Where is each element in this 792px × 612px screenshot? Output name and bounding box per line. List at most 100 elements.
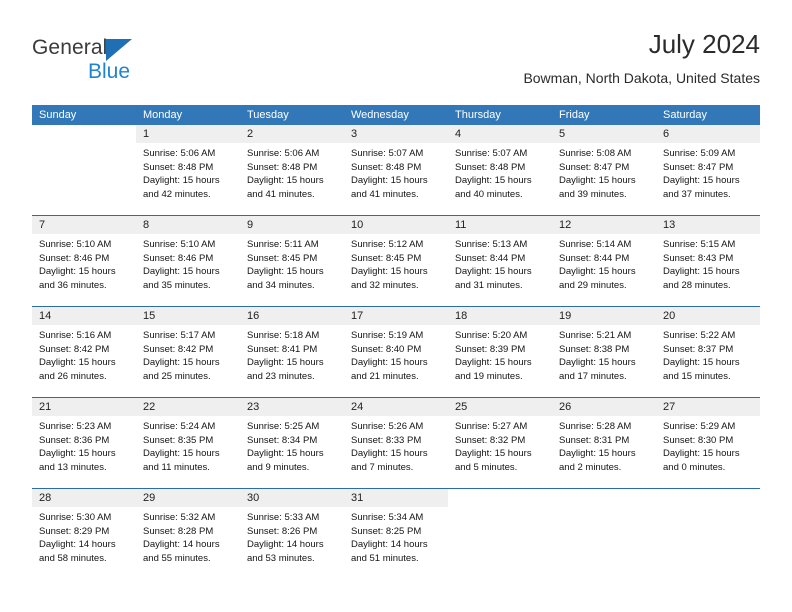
- day-cell[interactable]: Sunrise: 5:09 AM Sunset: 8:47 PM Dayligh…: [656, 143, 760, 215]
- day-number[interactable]: 21: [32, 398, 136, 416]
- day-number[interactable]: 8: [136, 216, 240, 234]
- day-cell[interactable]: Sunrise: 5:27 AM Sunset: 8:32 PM Dayligh…: [448, 416, 552, 488]
- day-number[interactable]: [552, 489, 656, 507]
- day-cell[interactable]: [552, 507, 656, 579]
- day-number[interactable]: 27: [656, 398, 760, 416]
- general-blue-logo[interactable]: General Blue: [32, 36, 232, 92]
- day-cell[interactable]: Sunrise: 5:10 AM Sunset: 8:46 PM Dayligh…: [136, 234, 240, 306]
- daylight-text-line1: Daylight: 15 hours: [39, 448, 116, 460]
- daylight-text-line1: Daylight: 15 hours: [559, 175, 636, 187]
- day-number[interactable]: 16: [240, 307, 344, 325]
- day-cell[interactable]: Sunrise: 5:32 AM Sunset: 8:28 PM Dayligh…: [136, 507, 240, 579]
- day-number[interactable]: 4: [448, 125, 552, 143]
- day-cell[interactable]: Sunrise: 5:14 AM Sunset: 8:44 PM Dayligh…: [552, 234, 656, 306]
- weekday-header-sunday: Sunday: [39, 109, 77, 121]
- day-cell[interactable]: Sunrise: 5:06 AM Sunset: 8:48 PM Dayligh…: [240, 143, 344, 215]
- day-cell[interactable]: Sunrise: 5:25 AM Sunset: 8:34 PM Dayligh…: [240, 416, 344, 488]
- day-cell[interactable]: [448, 507, 552, 579]
- day-number[interactable]: 6: [656, 125, 760, 143]
- daylight-text-line2: and 37 minutes.: [663, 188, 731, 200]
- day-cell[interactable]: [32, 143, 136, 215]
- day-number[interactable]: 9: [240, 216, 344, 234]
- day-number[interactable]: 29: [136, 489, 240, 507]
- day-number[interactable]: 15: [136, 307, 240, 325]
- sunset-text: Sunset: 8:26 PM: [247, 525, 318, 537]
- day-number[interactable]: 10: [344, 216, 448, 234]
- day-cell[interactable]: Sunrise: 5:11 AM Sunset: 8:45 PM Dayligh…: [240, 234, 344, 306]
- day-number[interactable]: 1: [136, 125, 240, 143]
- day-number[interactable]: 19: [552, 307, 656, 325]
- day-number[interactable]: 3: [344, 125, 448, 143]
- day-cell[interactable]: [656, 507, 760, 579]
- day-cell[interactable]: Sunrise: 5:33 AM Sunset: 8:26 PM Dayligh…: [240, 507, 344, 579]
- day-number[interactable]: 28: [32, 489, 136, 507]
- daylight-text-line2: and 11 minutes.: [143, 461, 210, 473]
- day-cell[interactable]: Sunrise: 5:16 AM Sunset: 8:42 PM Dayligh…: [32, 325, 136, 397]
- daylight-text-line2: and 21 minutes.: [351, 370, 419, 382]
- calendar-table: Sunday Monday Tuesday Wednesday Thursday…: [32, 105, 760, 579]
- sunset-text: Sunset: 8:28 PM: [143, 525, 214, 537]
- day-cell[interactable]: Sunrise: 5:30 AM Sunset: 8:29 PM Dayligh…: [32, 507, 136, 579]
- day-number[interactable]: 7: [32, 216, 136, 234]
- day-cell[interactable]: Sunrise: 5:29 AM Sunset: 8:30 PM Dayligh…: [656, 416, 760, 488]
- day-cell[interactable]: Sunrise: 5:20 AM Sunset: 8:39 PM Dayligh…: [448, 325, 552, 397]
- day-number[interactable]: 24: [344, 398, 448, 416]
- sunrise-text: Sunrise: 5:16 AM: [39, 330, 112, 341]
- day-number[interactable]: 17: [344, 307, 448, 325]
- day-cell[interactable]: Sunrise: 5:07 AM Sunset: 8:48 PM Dayligh…: [344, 143, 448, 215]
- day-cell[interactable]: Sunrise: 5:08 AM Sunset: 8:47 PM Dayligh…: [552, 143, 656, 215]
- day-number[interactable]: [448, 489, 552, 507]
- daylight-text-line1: Daylight: 14 hours: [247, 539, 324, 551]
- sunset-text: Sunset: 8:30 PM: [663, 434, 734, 446]
- day-number[interactable]: 2: [240, 125, 344, 143]
- day-number[interactable]: 25: [448, 398, 552, 416]
- day-cell[interactable]: Sunrise: 5:22 AM Sunset: 8:37 PM Dayligh…: [656, 325, 760, 397]
- sunset-text: Sunset: 8:29 PM: [39, 525, 110, 537]
- day-number[interactable]: 12: [552, 216, 656, 234]
- day-cell[interactable]: Sunrise: 5:07 AM Sunset: 8:48 PM Dayligh…: [448, 143, 552, 215]
- day-number[interactable]: 23: [240, 398, 344, 416]
- day-cell[interactable]: Sunrise: 5:06 AM Sunset: 8:48 PM Dayligh…: [136, 143, 240, 215]
- daylight-text-line1: Daylight: 15 hours: [663, 175, 740, 187]
- day-cell[interactable]: Sunrise: 5:12 AM Sunset: 8:45 PM Dayligh…: [344, 234, 448, 306]
- day-cell[interactable]: Sunrise: 5:18 AM Sunset: 8:41 PM Dayligh…: [240, 325, 344, 397]
- day-number[interactable]: 14: [32, 307, 136, 325]
- day-number[interactable]: 30: [240, 489, 344, 507]
- daylight-text-line1: Daylight: 15 hours: [455, 175, 532, 187]
- day-number[interactable]: [656, 489, 760, 507]
- daylight-text-line2: and 41 minutes.: [247, 188, 315, 200]
- day-number[interactable]: [32, 125, 136, 143]
- day-cell[interactable]: Sunrise: 5:15 AM Sunset: 8:43 PM Dayligh…: [656, 234, 760, 306]
- day-cell[interactable]: Sunrise: 5:34 AM Sunset: 8:25 PM Dayligh…: [344, 507, 448, 579]
- day-number[interactable]: 11: [448, 216, 552, 234]
- sunrise-text: Sunrise: 5:14 AM: [559, 239, 632, 250]
- day-cell[interactable]: Sunrise: 5:28 AM Sunset: 8:31 PM Dayligh…: [552, 416, 656, 488]
- sunset-text: Sunset: 8:31 PM: [559, 434, 630, 446]
- day-cell[interactable]: Sunrise: 5:21 AM Sunset: 8:38 PM Dayligh…: [552, 325, 656, 397]
- daylight-text-line2: and 36 minutes.: [39, 279, 107, 291]
- day-number[interactable]: 31: [344, 489, 448, 507]
- day-cell[interactable]: Sunrise: 5:17 AM Sunset: 8:42 PM Dayligh…: [136, 325, 240, 397]
- sunset-text: Sunset: 8:44 PM: [455, 252, 526, 264]
- sunrise-text: Sunrise: 5:18 AM: [247, 330, 320, 341]
- day-cell[interactable]: Sunrise: 5:26 AM Sunset: 8:33 PM Dayligh…: [344, 416, 448, 488]
- day-number[interactable]: 13: [656, 216, 760, 234]
- day-number[interactable]: 22: [136, 398, 240, 416]
- sunset-text: Sunset: 8:46 PM: [143, 252, 214, 264]
- page-header: General Blue July 2024 Bowman, North Dak…: [32, 28, 760, 98]
- sunset-text: Sunset: 8:34 PM: [247, 434, 318, 446]
- daylight-text-line2: and 19 minutes.: [455, 370, 523, 382]
- day-cell[interactable]: Sunrise: 5:10 AM Sunset: 8:46 PM Dayligh…: [32, 234, 136, 306]
- day-number-strip: 14 15 16 17 18 19 20: [32, 307, 760, 325]
- day-cell[interactable]: Sunrise: 5:23 AM Sunset: 8:36 PM Dayligh…: [32, 416, 136, 488]
- daylight-text-line2: and 25 minutes.: [143, 370, 211, 382]
- day-number[interactable]: 18: [448, 307, 552, 325]
- day-number[interactable]: 5: [552, 125, 656, 143]
- day-cell[interactable]: Sunrise: 5:24 AM Sunset: 8:35 PM Dayligh…: [136, 416, 240, 488]
- day-cell[interactable]: Sunrise: 5:13 AM Sunset: 8:44 PM Dayligh…: [448, 234, 552, 306]
- sunrise-text: Sunrise: 5:06 AM: [247, 148, 320, 159]
- daylight-text-line1: Daylight: 15 hours: [143, 357, 220, 369]
- day-number[interactable]: 26: [552, 398, 656, 416]
- day-cell[interactable]: Sunrise: 5:19 AM Sunset: 8:40 PM Dayligh…: [344, 325, 448, 397]
- day-number[interactable]: 20: [656, 307, 760, 325]
